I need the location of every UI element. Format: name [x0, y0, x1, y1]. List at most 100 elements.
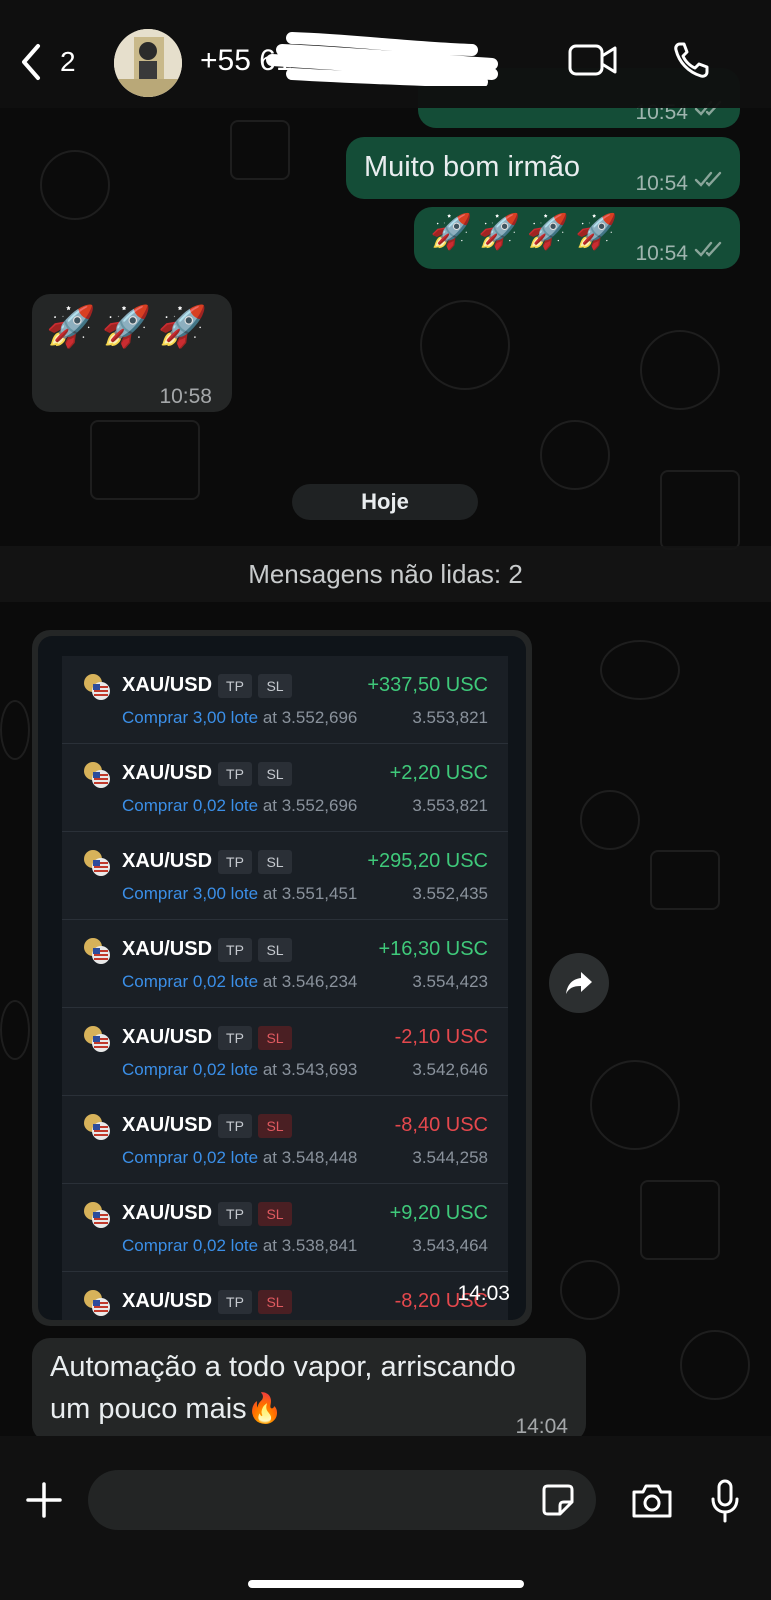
- trade-current-price: 3.544,258: [412, 1148, 488, 1167]
- gold-usd-pair-icon: [84, 1026, 110, 1052]
- message-bubble-outgoing[interactable]: Muito bom irmão 10:54: [346, 137, 740, 199]
- trade-lot: 0,02 lote: [192, 796, 259, 815]
- trade-detail: Comprar 3,00 lote at 3.551,451: [122, 884, 357, 904]
- tp-tag: TP: [218, 762, 252, 786]
- trade-current-price: 3.553,821: [412, 796, 488, 815]
- redaction-scribble: [266, 32, 498, 86]
- tp-tag: TP: [218, 674, 252, 698]
- message-text-line1: Automação a todo vapor, arriscando: [50, 1351, 516, 1383]
- trade-open-price: at 3.552,696: [262, 796, 358, 815]
- message-time: 10:54: [635, 242, 688, 265]
- trade-detail: Comprar 0,02 lote at 3.546,234: [122, 972, 357, 992]
- chat-header: 2 +55 61: [0, 0, 771, 108]
- message-text: Muito bom irmão: [364, 151, 580, 183]
- trade-list: XAU/USD TP SL +337,50 USC Comprar 3,00 lote …: [62, 656, 508, 1320]
- trade-row: XAU/USD TP SL +337,50 USC Comprar 3,00 lote …: [62, 656, 508, 744]
- trade-side: Comprar: [122, 884, 189, 903]
- back-button[interactable]: 2: [18, 42, 76, 82]
- trade-screenshot[interactable]: XAU/USD TP SL +337,50 USC Comprar 3,00 lote …: [38, 636, 526, 1320]
- trade-detail: Comprar 0,02 lote at 3.538,841: [122, 1236, 357, 1256]
- trade-current-price: 3.552,435: [412, 884, 488, 903]
- message-text: 🚀🚀🚀: [46, 305, 214, 349]
- message-time: 14:03: [457, 1282, 510, 1305]
- composer-bar: [0, 1436, 771, 1600]
- forward-button[interactable]: [549, 953, 609, 1013]
- sl-tag: SL: [258, 1290, 292, 1314]
- trade-detail: Comprar 3,00 lote at 3.552,696: [122, 708, 357, 728]
- trade-pnl: +9,20 USC: [389, 1202, 488, 1224]
- trade-pnl: +16,30 USC: [378, 938, 488, 960]
- message-bubble-incoming[interactable]: 🚀🚀🚀 10:58: [32, 294, 232, 412]
- chevron-left-icon: [22, 44, 40, 80]
- trade-pnl: +295,20 USC: [367, 850, 488, 872]
- trade-detail: Comprar 0,02 lote at 3.543,693: [122, 1060, 357, 1080]
- trade-lot: 3,00 lote: [192, 884, 259, 903]
- trade-open-price: at 3.546,234: [262, 972, 358, 991]
- trade-current-price: 3.554,423: [412, 972, 488, 991]
- trade-symbol: XAU/USD: [122, 762, 213, 784]
- trade-row: XAU/USD TP SL +295,20 USC Comprar 3,00 lote …: [62, 832, 508, 920]
- trade-symbol: XAU/USD: [122, 1290, 213, 1312]
- avatar[interactable]: [114, 29, 182, 97]
- trade-lot: 0,02 lote: [192, 972, 259, 991]
- gold-usd-pair-icon: [84, 674, 110, 700]
- message-time: 10:58: [159, 385, 212, 408]
- sl-tag: SL: [258, 1202, 292, 1226]
- camera-icon[interactable]: [630, 1482, 674, 1520]
- tp-tag: TP: [218, 1114, 252, 1138]
- trade-symbol: XAU/USD: [122, 674, 213, 696]
- gold-usd-pair-icon: [84, 1114, 110, 1140]
- trade-current-price: 3.542,646: [412, 1060, 488, 1079]
- trade-pnl: -2,10 USC: [394, 1026, 488, 1048]
- trade-lot: 0,02 lote: [192, 1236, 259, 1255]
- trade-symbol: XAU/USD: [122, 1114, 213, 1136]
- sl-tag: SL: [258, 938, 292, 962]
- phone-call-icon[interactable]: [672, 40, 712, 80]
- gold-usd-pair-icon: [84, 850, 110, 876]
- message-text: 🚀🚀🚀🚀: [430, 213, 624, 251]
- home-indicator: [248, 1580, 524, 1588]
- message-bubble-incoming[interactable]: Automação a todo vapor, arriscando um po…: [32, 1338, 586, 1442]
- trade-row: XAU/USD TP SL -8,40 USC Comprar 0,02 lote at…: [62, 1096, 508, 1184]
- tp-tag: TP: [218, 850, 252, 874]
- trade-open-price: at 3.543,693: [262, 1060, 358, 1079]
- plus-icon[interactable]: [24, 1480, 64, 1520]
- trade-symbol: XAU/USD: [122, 850, 213, 872]
- trade-side: Comprar: [122, 1236, 189, 1255]
- trade-row: XAU/USD TP SL +16,30 USC Comprar 0,02 lote a…: [62, 920, 508, 1008]
- sticker-icon[interactable]: [540, 1482, 576, 1518]
- sl-tag: SL: [258, 762, 292, 786]
- image-message[interactable]: XAU/USD TP SL +337,50 USC Comprar 3,00 lote …: [32, 630, 532, 1326]
- message-bubble-outgoing[interactable]: 🚀🚀🚀🚀 10:54: [414, 207, 740, 269]
- trade-open-price: at 3.548,448: [262, 1148, 358, 1167]
- trade-open-price: at 3.538,841: [262, 1236, 358, 1255]
- read-ticks-icon: [694, 171, 722, 187]
- unread-chats-count: 2: [60, 46, 76, 77]
- tp-tag: TP: [218, 1026, 252, 1050]
- message-input[interactable]: [88, 1470, 596, 1530]
- date-separator: Hoje: [292, 484, 478, 520]
- trade-symbol: XAU/USD: [122, 1202, 213, 1224]
- video-call-icon[interactable]: [568, 42, 618, 78]
- trade-open-price: at 3.552,696: [262, 708, 358, 727]
- trade-pnl: +2,20 USC: [389, 762, 488, 784]
- trade-symbol: XAU/USD: [122, 1026, 213, 1048]
- trade-side: Comprar: [122, 796, 189, 815]
- sl-tag: SL: [258, 1114, 292, 1138]
- unread-messages-banner: Mensagens não lidas: 2: [0, 546, 771, 602]
- sl-tag: SL: [258, 1026, 292, 1050]
- trade-side: Comprar: [122, 972, 189, 991]
- trade-row: XAU/USD TP SL -2,10 USC Comprar 0,02 lote at…: [62, 1008, 508, 1096]
- message-text-line2: um pouco mais🔥: [50, 1393, 283, 1425]
- microphone-icon[interactable]: [710, 1478, 740, 1524]
- trade-side: Comprar: [122, 708, 189, 727]
- trade-lot: 3,00 lote: [192, 708, 259, 727]
- trade-open-price: at 3.551,451: [262, 884, 358, 903]
- read-ticks-icon: [694, 241, 722, 257]
- trade-lot: 0,02 lote: [192, 1148, 259, 1167]
- trade-current-price: 3.553,821: [412, 708, 488, 727]
- trade-side: Comprar: [122, 1060, 189, 1079]
- tp-tag: TP: [218, 1202, 252, 1226]
- trade-pnl: +337,50 USC: [367, 674, 488, 696]
- trade-lot: 0,02 lote: [192, 1060, 259, 1079]
